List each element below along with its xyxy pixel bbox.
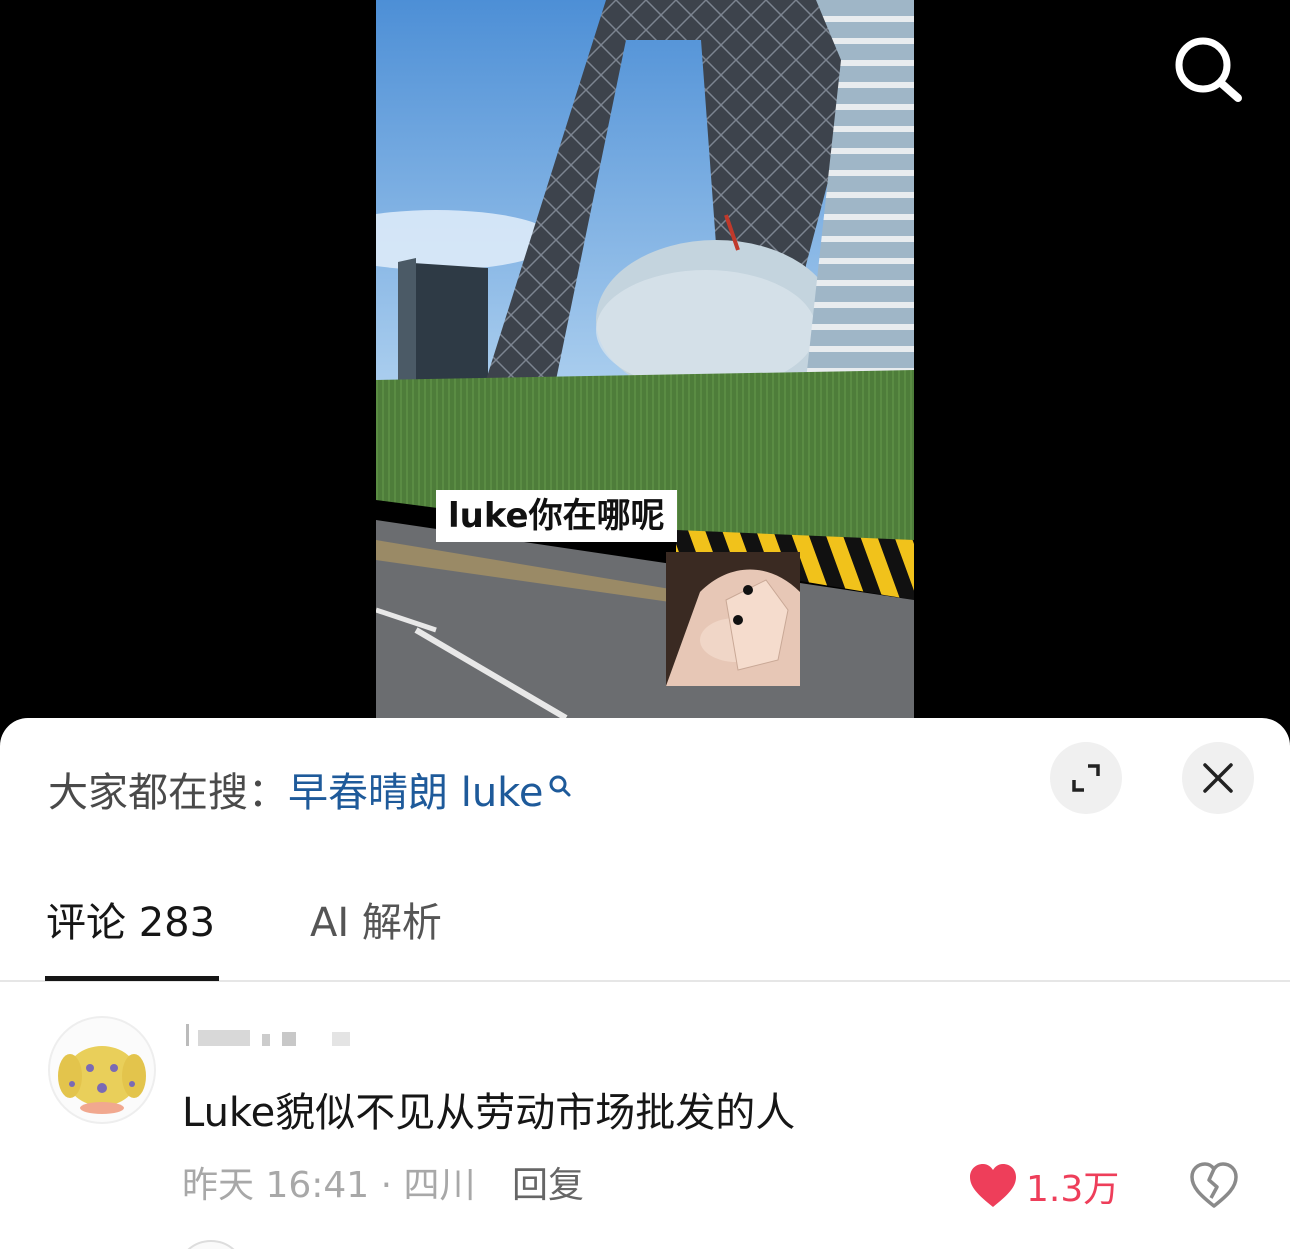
comment-meta: 昨天 16:41 · 四川 (182, 1165, 476, 1206)
next-comment-avatar[interactable] (176, 1240, 246, 1249)
expand-icon (1072, 764, 1100, 792)
hot-search-bar: 大家都在搜：早春晴朗 luke (48, 768, 572, 818)
comment-sheet: 大家都在搜：早春晴朗 luke 评论 283 AI 解析 Luke貌似不见从劳动… (0, 718, 1290, 1249)
blurred-username-mark (186, 1024, 350, 1046)
search-button[interactable] (1170, 32, 1246, 108)
video-scene-image (376, 0, 914, 718)
comment-text: Luke貌似不见从劳动市场批发的人 (182, 1090, 796, 1136)
avatar[interactable] (48, 1016, 156, 1124)
video-player[interactable]: luke你在哪呢 (0, 0, 1290, 740)
close-icon (1203, 763, 1233, 793)
hot-search-term[interactable]: 早春晴朗 luke (288, 770, 544, 816)
tab-bar: 评论 283 AI 解析 (0, 888, 1290, 982)
small-search-icon (549, 775, 571, 797)
like-count: 1.3万 (1026, 1169, 1120, 1210)
hot-search-term-link[interactable]: 早春晴朗 luke (288, 770, 572, 816)
close-button[interactable] (1182, 742, 1254, 814)
tab-ai-analysis[interactable]: AI 解析 (310, 898, 442, 948)
video-caption: luke你在哪呢 (436, 490, 677, 542)
video-frame[interactable] (376, 0, 914, 718)
expand-button[interactable] (1050, 742, 1122, 814)
like-button[interactable]: 1.3万 (968, 1160, 1119, 1212)
active-tab-indicator (45, 976, 219, 981)
username-blurred[interactable] (182, 1018, 352, 1060)
search-icon (1175, 37, 1242, 102)
heart-icon (970, 1164, 1016, 1207)
broken-heart-icon (1190, 1162, 1238, 1208)
avatar-image (58, 1046, 146, 1114)
dislike-button[interactable] (1188, 1160, 1240, 1212)
hot-search-prefix: 大家都在搜： (48, 770, 288, 816)
tab-comments[interactable]: 评论 283 (46, 898, 215, 948)
reply-button[interactable]: 回复 (512, 1162, 584, 1210)
